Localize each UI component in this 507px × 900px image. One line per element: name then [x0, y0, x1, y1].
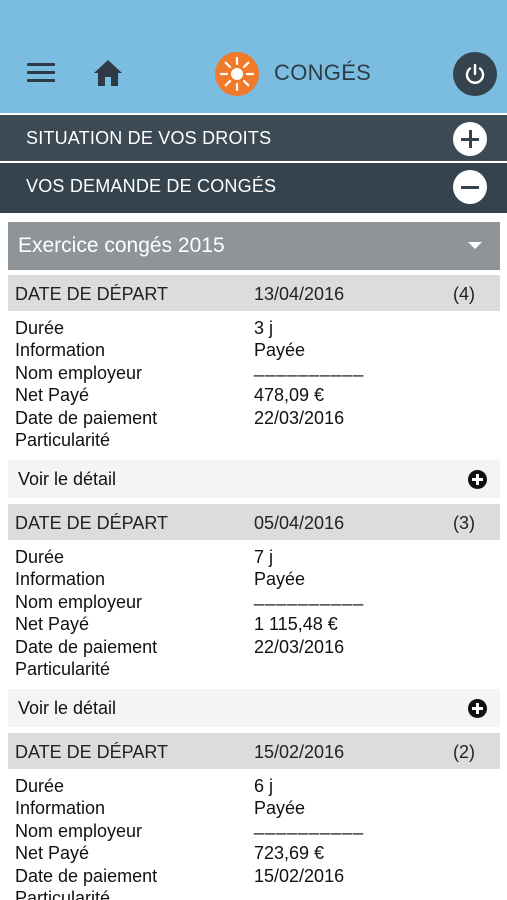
entry-header: DATE DE DÉPART 13/04/2016 (4): [8, 275, 500, 311]
entry-index: (3): [453, 513, 475, 533]
entry-header: DATE DE DÉPART 05/04/2016 (3): [8, 504, 500, 540]
label-net-paye: Net Payé: [15, 614, 90, 634]
label-date-paiement: Date de paiement: [15, 866, 158, 886]
leave-entry: DATE DE DÉPART 05/04/2016 (3) Durée 7 j I…: [8, 504, 500, 690]
power-icon[interactable]: [453, 52, 497, 96]
plus-circle-icon[interactable]: [468, 699, 487, 718]
value-nom-employeur: __________: [254, 815, 365, 835]
value-date-paiement: 22/03/2016: [254, 637, 345, 657]
label-nom-employeur: Nom employeur: [15, 363, 143, 383]
entry-start-date: 05/04/2016: [254, 513, 345, 533]
plus-circle-icon[interactable]: [453, 122, 487, 156]
section-label: VOS DEMANDE DE CONGÉS: [26, 176, 277, 196]
voir-detail-label: Voir le détail: [18, 698, 117, 718]
label-date-paiement: Date de paiement: [15, 637, 158, 657]
label-particularite: Particularité: [15, 888, 111, 900]
value-nom-employeur: __________: [254, 586, 365, 606]
entry-header: DATE DE DÉPART 15/02/2016 (2): [8, 733, 500, 769]
label-particularite: Particularité: [15, 430, 111, 450]
label-net-paye: Net Payé: [15, 385, 90, 405]
label-duree: Durée: [15, 318, 65, 338]
value-duree: 7 j: [254, 547, 274, 567]
label-nom-employeur: Nom employeur: [15, 821, 143, 841]
label-information: Information: [15, 798, 106, 818]
label-nom-employeur: Nom employeur: [15, 592, 143, 612]
value-duree: 6 j: [254, 776, 274, 796]
entry-start-date: 15/02/2016: [254, 742, 345, 762]
year-select-value: Exercice congés 2015: [18, 234, 225, 257]
label-particularite: Particularité: [15, 659, 111, 679]
page-title: CONGÉS: [274, 60, 372, 85]
caret-down-icon: [468, 242, 482, 249]
leave-entry: DATE DE DÉPART 13/04/2016 (4) Durée 3 j I…: [8, 275, 500, 461]
value-duree: 3 j: [254, 318, 274, 338]
voir-detail-button[interactable]: Voir le détail: [8, 460, 500, 498]
home-icon[interactable]: [92, 58, 124, 88]
section-situation-droits[interactable]: SITUATION DE VOS DROITS: [0, 115, 507, 161]
entry-index: (4): [453, 284, 475, 304]
entry-header-label: DATE DE DÉPART: [15, 284, 169, 304]
menu-icon[interactable]: [27, 63, 55, 85]
leave-entry: DATE DE DÉPART 15/02/2016 (2) Durée 6 j I…: [8, 733, 500, 900]
label-information: Information: [15, 569, 106, 589]
label-net-paye: Net Payé: [15, 843, 90, 863]
value-date-paiement: 22/03/2016: [254, 408, 345, 428]
value-net-paye: 723,69 €: [254, 843, 325, 863]
value-net-paye: 1 115,48 €: [254, 614, 338, 634]
entry-header-label: DATE DE DÉPART: [15, 742, 169, 762]
entry-header-label: DATE DE DÉPART: [15, 513, 169, 533]
label-duree: Durée: [15, 776, 65, 796]
voir-detail-button[interactable]: Voir le détail: [8, 689, 500, 727]
sun-logo-icon: [215, 52, 259, 96]
app-bar: CONGÉS: [0, 0, 507, 113]
label-date-paiement: Date de paiement: [15, 408, 158, 428]
value-nom-employeur: __________: [254, 357, 365, 377]
entry-start-date: 13/04/2016: [254, 284, 345, 304]
label-information: Information: [15, 340, 106, 360]
entry-index: (2): [453, 742, 475, 762]
section-demandes-conges[interactable]: VOS DEMANDE DE CONGÉS: [0, 163, 507, 213]
voir-detail-label: Voir le détail: [18, 469, 117, 489]
plus-circle-icon[interactable]: [468, 470, 487, 489]
year-select[interactable]: Exercice congés 2015: [8, 222, 500, 270]
section-label: SITUATION DE VOS DROITS: [26, 128, 272, 148]
value-net-paye: 478,09 €: [254, 385, 325, 405]
label-duree: Durée: [15, 547, 65, 567]
minus-circle-icon[interactable]: [453, 170, 487, 204]
value-date-paiement: 15/02/2016: [254, 866, 345, 886]
